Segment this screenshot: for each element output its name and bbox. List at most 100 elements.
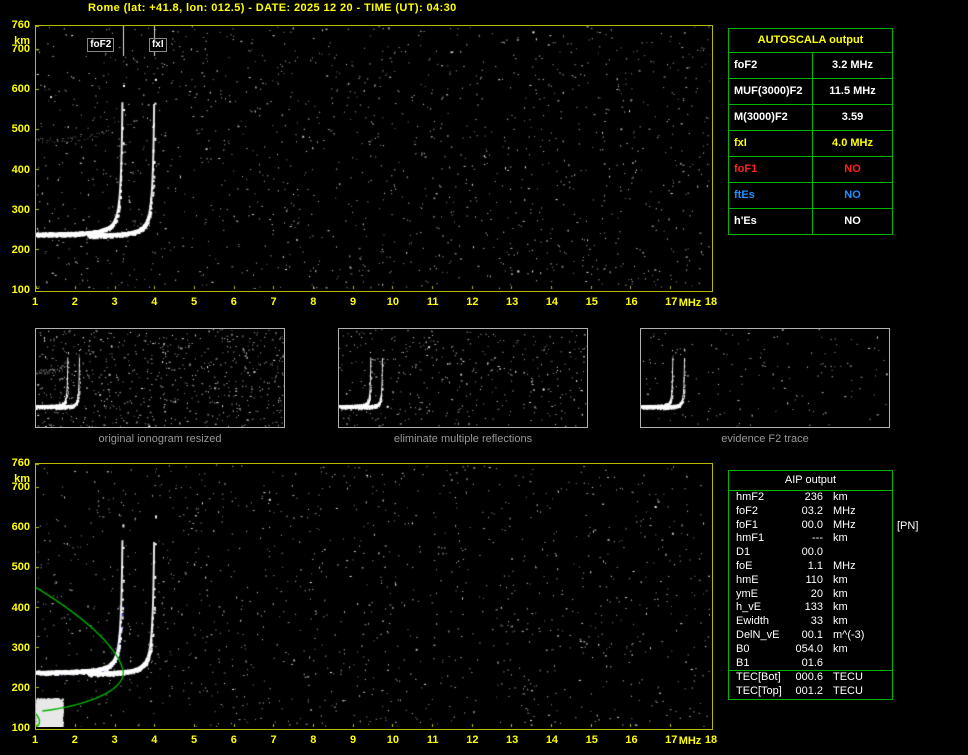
station-date-title: Rome (lat: +41.8, lon: 012.5) - DATE: 20… bbox=[88, 2, 457, 14]
x-axis-tick-label: 5 bbox=[190, 734, 198, 746]
aip-param-label: foE bbox=[736, 559, 753, 572]
aip-param-value: 236 bbox=[804, 491, 823, 503]
autoscala-param-label: h'Es bbox=[729, 209, 813, 234]
autoscala-row: h'Es NO bbox=[729, 208, 892, 234]
autoscala-row: MUF(3000)F2 11.5 MHz bbox=[729, 78, 892, 104]
x-axis-tick-label: 7 bbox=[270, 296, 277, 308]
aip-param-unit: TECU bbox=[833, 685, 863, 698]
autoscala-param-value: 4.0 MHz bbox=[832, 137, 873, 149]
aip-param-unit: MHz bbox=[833, 518, 856, 531]
x-axis-tick-label: 10 bbox=[386, 296, 399, 308]
aip-param-unit: TECU bbox=[833, 671, 863, 684]
aip-param-label: TEC[Top] bbox=[736, 685, 782, 698]
aip-param-unit: km bbox=[833, 601, 848, 614]
aip-param-unit bbox=[823, 657, 833, 671]
aip-row: D1 00.0 bbox=[729, 546, 892, 560]
x-axis-tick-label: 13 bbox=[506, 296, 519, 308]
aip-param-label: TEC[Bot] bbox=[736, 671, 781, 684]
ionogram-plot-aip bbox=[35, 463, 713, 730]
autoscala-param-label: ftEs bbox=[729, 183, 813, 208]
autoscala-param-label: foF1 bbox=[729, 157, 813, 182]
autoscala-param-label: fxI bbox=[729, 131, 813, 156]
y-axis-tick-label: 760 bbox=[11, 457, 30, 469]
marker-label-fof2: foF2 bbox=[87, 38, 115, 52]
aip-param-value: 001.2 bbox=[795, 685, 823, 698]
x-axis-tick-label: 8 bbox=[310, 734, 317, 746]
x-axis-tick-label: 1 bbox=[31, 734, 39, 746]
aip-param-value: 110 bbox=[805, 573, 823, 586]
y-axis-tick-label: 200 bbox=[11, 681, 30, 694]
ionogram-main-canvas bbox=[36, 26, 710, 289]
aip-row: B1 01.6 bbox=[729, 657, 892, 671]
aip-row: TEC[Top] 001.2 TECU bbox=[729, 685, 892, 699]
aip-param-label: B1 bbox=[736, 656, 750, 669]
aip-row: foE 1.1 MHz bbox=[729, 560, 892, 574]
thumbnail-eliminate-multiples-canvas bbox=[339, 329, 587, 427]
autoscala-param-label: foF2 bbox=[729, 53, 813, 78]
aip-param-unit: m^(-3) bbox=[833, 628, 865, 641]
aip-row: hmF1 --- km bbox=[729, 532, 892, 546]
autoscala-param-value: 11.5 MHz bbox=[829, 85, 876, 97]
y-axis-unit-label: km bbox=[14, 35, 30, 47]
aip-row: B0 054.0 km bbox=[729, 643, 892, 657]
autoscala-row: fxI 4.0 MHz bbox=[729, 130, 892, 156]
aip-param-value: 20 bbox=[810, 587, 823, 600]
x-axis-tick-label: 11 bbox=[426, 734, 439, 746]
aip-param-label: hmF2 bbox=[736, 491, 765, 503]
x-axis-tick-label: 11 bbox=[426, 296, 439, 308]
x-axis-tick-label: 12 bbox=[466, 296, 479, 308]
y-axis-tick-label: 500 bbox=[11, 123, 30, 136]
autoscala-table-header: AUTOSCALA output bbox=[757, 34, 864, 46]
aip-param-unit: km bbox=[833, 615, 848, 628]
aip-param-value: 03.2 bbox=[801, 504, 823, 517]
aip-row: foF1 00.0 MHz bbox=[729, 519, 892, 533]
aip-param-value: 00.0 bbox=[801, 518, 823, 531]
autoscala-row: M(3000)F2 3.59 bbox=[729, 104, 892, 130]
autoscala-row: foF2 3.2 MHz bbox=[729, 52, 892, 78]
x-axis-tick-label: 4 bbox=[151, 296, 158, 308]
autoscala-param-value: 3.2 MHz bbox=[832, 59, 873, 71]
x-axis-tick-label: 10 bbox=[386, 734, 399, 746]
x-axis-tick-label: 12 bbox=[466, 734, 479, 746]
aip-param-label: h_vE bbox=[736, 601, 762, 614]
thumbnail-original bbox=[35, 328, 285, 428]
x-axis-tick-label: 9 bbox=[350, 296, 357, 308]
y-axis-tick-label: 300 bbox=[11, 203, 30, 216]
aip-param-label: hmE bbox=[736, 573, 759, 586]
aip-param-value: 054.0 bbox=[795, 642, 823, 655]
aip-param-label: hmF1 bbox=[736, 532, 765, 545]
aip-row: Ewidth 33 km bbox=[729, 615, 892, 629]
x-axis-tick-label: 4 bbox=[151, 734, 158, 746]
aip-param-value: 01.6 bbox=[801, 656, 823, 669]
autoscala-table-body: foF2 3.2 MHz MUF(3000)F2 11.5 MHz M(3000)F2 3… bbox=[729, 52, 892, 234]
aip-param-label: Ewidth bbox=[736, 615, 770, 628]
x-axis-unit-label: MHz bbox=[678, 735, 702, 747]
autoscala-param-value: NO bbox=[844, 215, 861, 227]
aip-param-unit: km bbox=[833, 642, 848, 655]
y-axis-tick-label: 500 bbox=[11, 561, 30, 574]
autoscala-output-table: AUTOSCALA output foF2 3.2 MHz MUF(3000)F2 1… bbox=[728, 28, 893, 235]
aip-param-unit: km bbox=[833, 573, 848, 586]
ionogram-aip-canvas bbox=[36, 464, 710, 727]
x-axis-tick-label: 14 bbox=[545, 734, 559, 746]
thumbnail-original-canvas bbox=[36, 329, 284, 427]
aip-param-label: B0 bbox=[736, 642, 750, 655]
aip-param-value: 133 bbox=[804, 601, 823, 614]
aip-param-unit: km bbox=[833, 587, 848, 600]
x-axis-unit-label: MHz bbox=[678, 297, 702, 309]
aip-row: hmF2 236 km bbox=[729, 491, 892, 505]
y-axis-tick-label: 600 bbox=[11, 83, 30, 96]
y-axis-tick-label: 400 bbox=[11, 601, 30, 614]
autoscala-param-value: NO bbox=[844, 163, 861, 175]
thumbnail-caption-original: original ionogram resized bbox=[98, 433, 222, 445]
aip-param-value: 00.1 bbox=[801, 628, 823, 641]
aip-param-value: 1.1 bbox=[807, 559, 823, 572]
aip-table-header: AIP output bbox=[729, 471, 892, 491]
y-axis-tick-label: 200 bbox=[11, 243, 30, 256]
aip-output-table: AIP output hmF2 236 km foF2 03.2 MHz foF1 00.0 M… bbox=[728, 470, 893, 700]
aip-param-unit: MHz bbox=[833, 504, 856, 517]
aip-row: hmE 110 km bbox=[729, 574, 892, 588]
x-axis-tick-label: 7 bbox=[270, 734, 277, 746]
aip-param-label: D1 bbox=[736, 546, 751, 559]
x-axis-tick-label: 14 bbox=[545, 296, 559, 308]
